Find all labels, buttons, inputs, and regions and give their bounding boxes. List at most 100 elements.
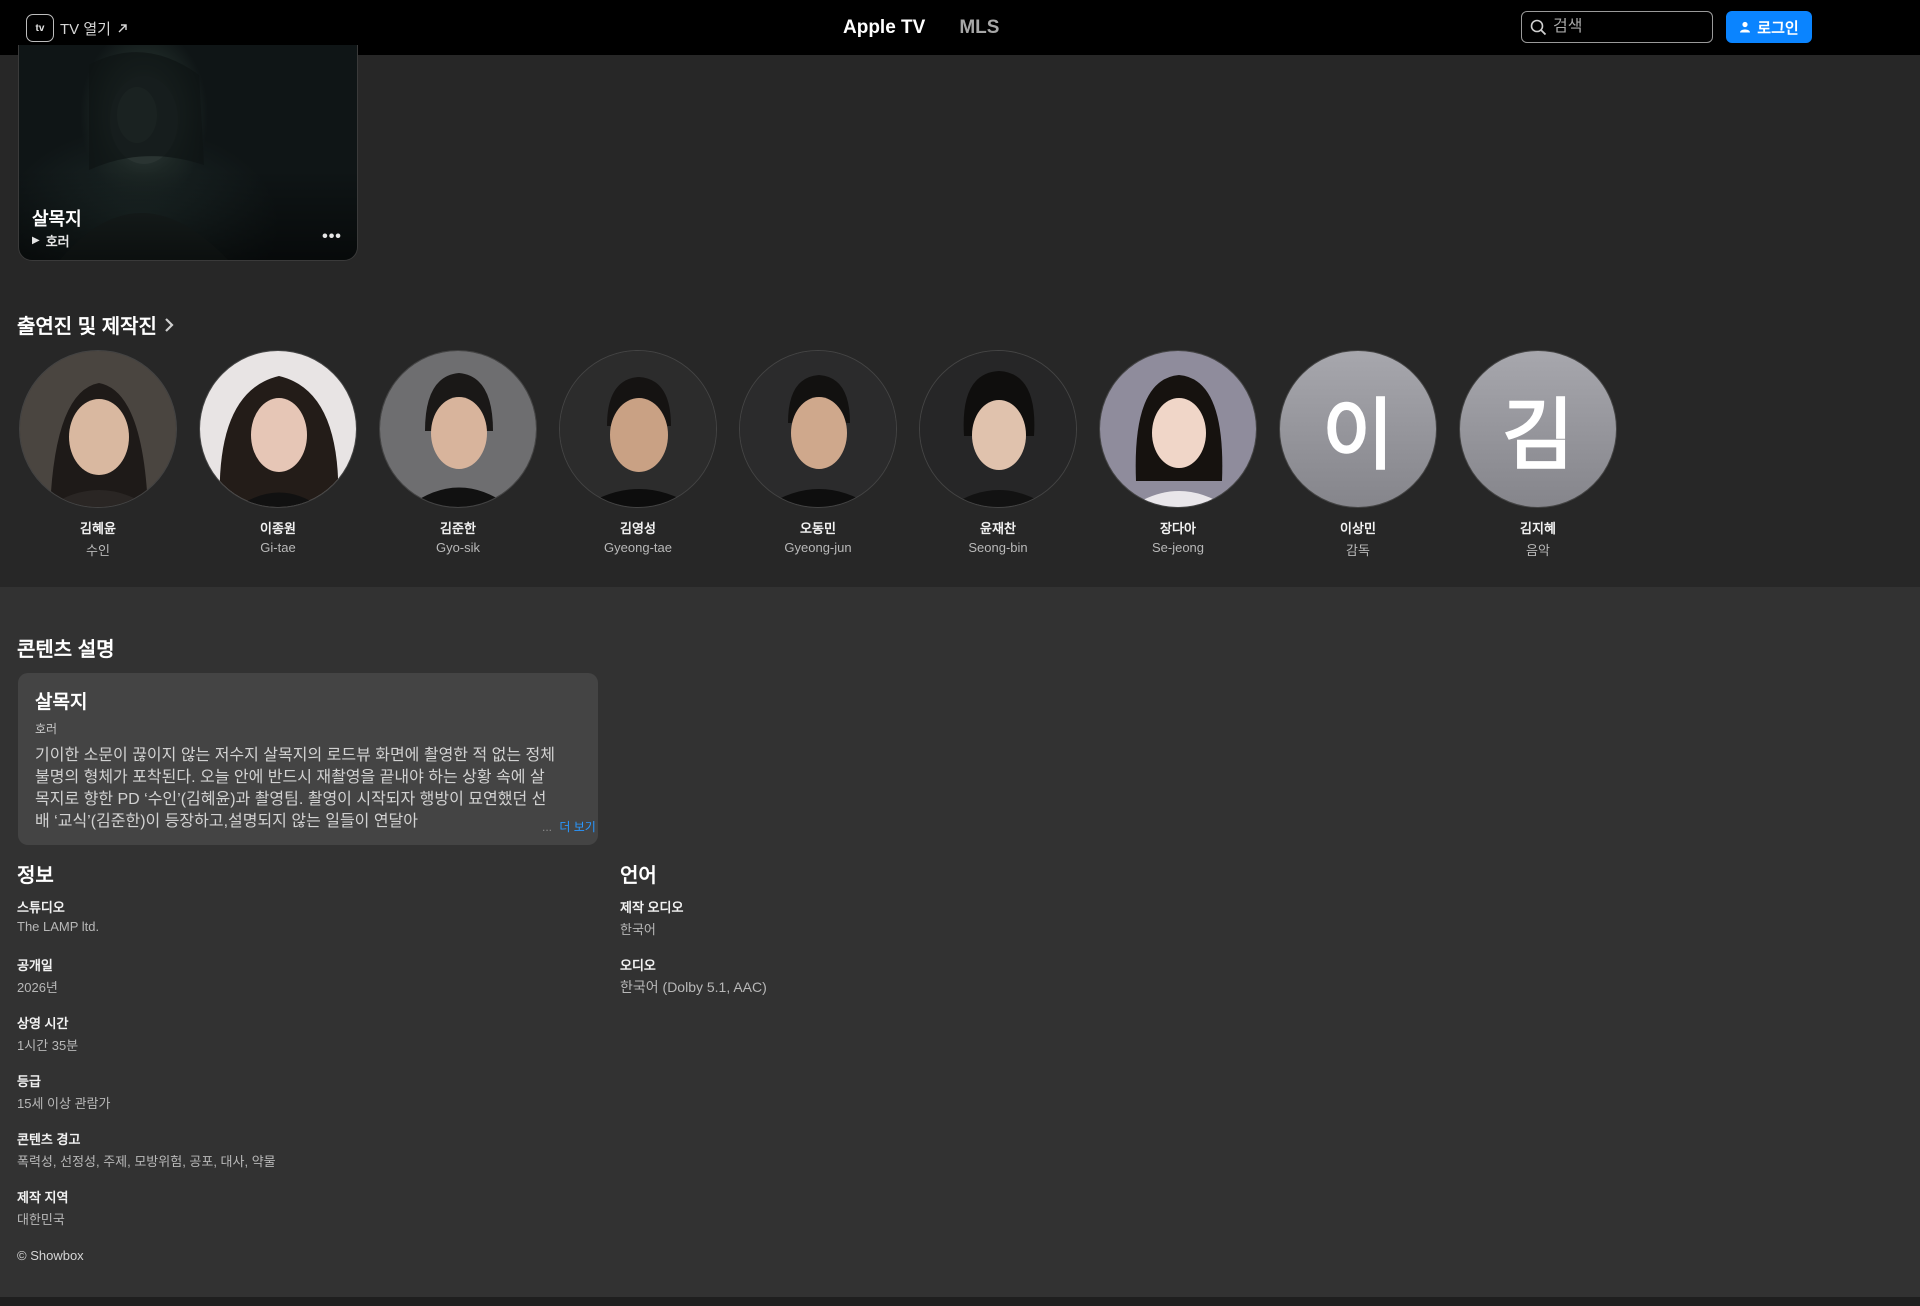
nav-item-apple-tv[interactable]: Apple TV — [843, 17, 925, 39]
cast-name: 윤재찬 — [980, 521, 1016, 536]
portrait-photo — [380, 351, 536, 507]
cast-name: 김지혜 — [1520, 521, 1556, 536]
avatar — [379, 350, 537, 508]
cast-member[interactable]: 이종원 Gi-tae — [198, 350, 358, 555]
portrait-photo — [1100, 351, 1256, 507]
cast-role: Gyo-sik — [435, 540, 481, 555]
cast-member[interactable]: 김혜윤 수인 — [18, 350, 178, 559]
portrait-photo — [920, 351, 1076, 507]
description-body: 기이한 소문이 끊이지 않는 저수지 살목지의 로드뷰 화면에 촬영한 적 없는… — [35, 747, 555, 830]
info-item-studio: 스튜디오 The LAMP ltd. — [17, 897, 99, 934]
description-genre: 호러 — [35, 722, 58, 736]
info-value: 대한민국 — [17, 1212, 65, 1227]
info-key: 상영 시간 — [17, 1016, 69, 1031]
cast-name: 김혜윤 — [80, 521, 116, 536]
description-title: 살목지 — [35, 692, 88, 713]
more-options-icon[interactable]: ••• — [319, 228, 345, 246]
language-item-audio: 오디오 한국어 (Dolby 5.1, AAC) — [620, 955, 767, 997]
nav-item-mls[interactable]: MLS — [959, 17, 999, 39]
info-key: 공개일 — [17, 958, 53, 973]
portrait-photo — [560, 351, 716, 507]
avatar — [199, 350, 357, 508]
info-item-content-warning: 콘텐츠 경고 폭력성, 선정성, 주제, 모방위험, 공포, 대사, 약물 — [17, 1129, 276, 1170]
cast-role: Gyeong-tae — [604, 540, 672, 555]
cast-member[interactable]: 김준한 Gyo-sik — [378, 350, 538, 555]
episode-card[interactable]: 살목지 ▶ 호러 ••• — [18, 45, 358, 261]
cast-role: Gyeong-jun — [784, 540, 852, 555]
play-icon: ▶ — [32, 235, 40, 246]
chevron-right-icon — [165, 317, 174, 332]
portrait-photo — [200, 351, 356, 507]
portrait-photo — [20, 351, 176, 507]
avatar-initial: 이 — [1279, 350, 1437, 508]
cast-member[interactable]: 이 이상민 감독 — [1278, 350, 1438, 559]
avatar-initial: 김 — [1459, 350, 1617, 508]
cast-role: Gi-tae — [260, 540, 296, 555]
footer-strip — [0, 1297, 1920, 1306]
person-icon — [1740, 21, 1751, 33]
language-section-title: 언어 — [620, 865, 657, 887]
cast-role: 감독 — [1346, 543, 1370, 558]
avatar — [19, 350, 177, 508]
info-key: 스튜디오 — [17, 900, 65, 915]
description-section-title: 콘텐츠 설명 — [17, 639, 115, 661]
tv-badge-text: tv — [35, 22, 45, 34]
info-value: 폭력성, 선정성, 주제, 모방위험, 공포, 대사, 약물 — [17, 1154, 276, 1169]
info-key: 등급 — [17, 1074, 41, 1089]
cast-name: 장다아 — [1160, 521, 1196, 536]
cast-section-header[interactable]: 출연진 및 제작진 — [17, 310, 175, 339]
cast-name: 김영성 — [620, 521, 656, 536]
avatar — [739, 350, 897, 508]
cast-role: 수인 — [86, 543, 110, 558]
portrait-photo — [740, 351, 896, 507]
description-card[interactable]: 살목지 호러 기이한 소문이 끊이지 않는 저수지 살목지의 로드뷰 화면에 촬… — [18, 673, 598, 845]
info-item-rating: 등급 15세 이상 관람가 — [17, 1071, 110, 1112]
language-item-original-audio: 제작 오디오 한국어 — [620, 897, 683, 938]
info-item-region: 제작 지역 대한민국 — [17, 1187, 68, 1228]
open-tv-label: TV 열기 — [60, 20, 111, 38]
avatar — [919, 350, 1077, 508]
login-button[interactable]: 로그인 — [1726, 11, 1812, 43]
info-section-title: 정보 — [17, 865, 54, 887]
cast-member[interactable]: 오동민 Gyeong-jun — [738, 350, 898, 555]
info-item-release: 공개일 2026년 — [17, 955, 58, 996]
search-icon — [1530, 19, 1547, 35]
cast-name: 이종원 — [260, 521, 296, 536]
info-key: 콘텐츠 경고 — [17, 1132, 81, 1147]
search-input[interactable] — [1553, 18, 1703, 36]
cast-section-title: 출연진 및 제작진 — [17, 316, 157, 338]
cast-member[interactable]: 김영성 Gyeong-tae — [558, 350, 718, 555]
read-more-link[interactable]: ... 더 보기 — [542, 818, 596, 835]
ellipsis: ... — [542, 820, 553, 834]
cast-member[interactable]: 윤재찬 Seong-bin — [918, 350, 1078, 555]
info-value: 2026년 — [17, 980, 58, 995]
search-box[interactable] — [1521, 11, 1713, 43]
external-arrow-icon — [118, 23, 127, 32]
hero-genre-label: 호러 — [45, 234, 70, 249]
info-key: 제작 지역 — [17, 1190, 69, 1205]
apple-tv-app-icon: tv — [26, 14, 54, 42]
read-more-label: 더 보기 — [559, 820, 596, 834]
cast-name: 이상민 — [1340, 521, 1376, 536]
avatar — [559, 350, 717, 508]
cast-role: 음악 — [1526, 543, 1550, 558]
cast-member[interactable]: 장다아 Se-jeong — [1098, 350, 1258, 555]
hero-title: 살목지 — [32, 209, 82, 229]
copyright-text: © Showbox — [17, 1248, 84, 1263]
cast-role: Seong-bin — [968, 540, 1028, 555]
language-value: 한국어 — [620, 922, 656, 937]
main-nav: Apple TV MLS — [843, 0, 999, 55]
info-value: 1시간 35분 — [17, 1038, 79, 1053]
details-panel: 콘텐츠 설명 살목지 호러 기이한 소문이 끊이지 않는 저수지 살목지의 로드… — [0, 587, 1920, 1297]
hero-genre: ▶ 호러 — [32, 231, 70, 250]
login-label: 로그인 — [1757, 19, 1799, 37]
cast-member[interactable]: 김 김지혜 음악 — [1458, 350, 1618, 559]
cast-name: 김준한 — [440, 521, 476, 536]
language-key: 제작 오디오 — [620, 900, 684, 915]
avatar — [1099, 350, 1257, 508]
cast-name: 오동민 — [800, 521, 836, 536]
language-value: 한국어 (Dolby 5.1, AAC) — [620, 979, 767, 995]
info-item-runtime: 상영 시간 1시간 35분 — [17, 1013, 78, 1054]
info-value: The LAMP ltd. — [17, 919, 100, 934]
open-tv-app-link[interactable]: tv TV 열기 — [26, 14, 128, 42]
